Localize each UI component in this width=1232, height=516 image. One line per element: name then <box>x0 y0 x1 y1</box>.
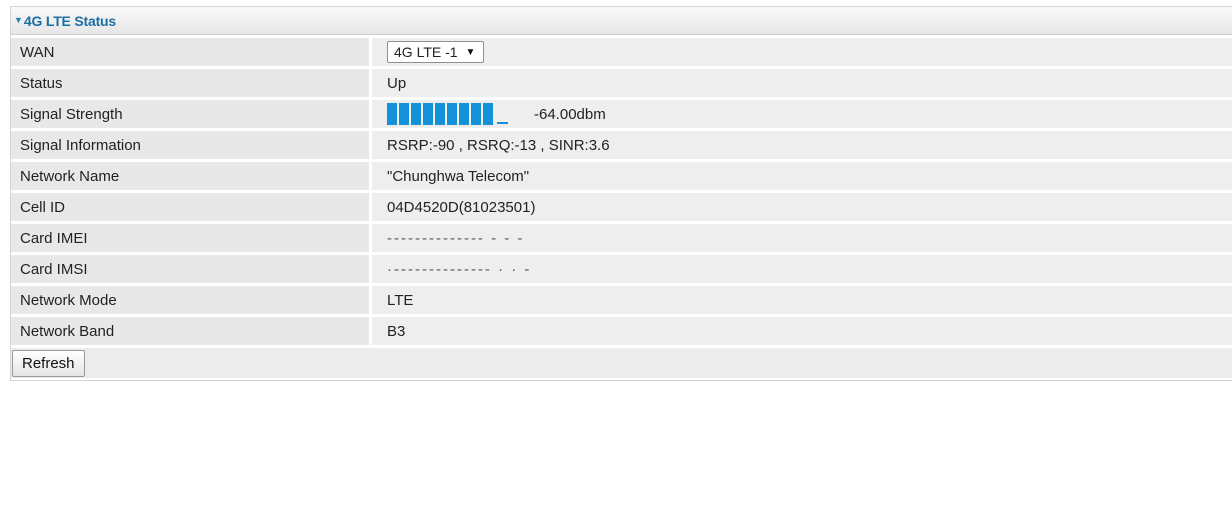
row-status: Status Up <box>11 69 1232 97</box>
row-value: -------------- - - - <box>372 224 1232 252</box>
row-value: LTE <box>372 286 1232 314</box>
row-label: Signal Information <box>11 131 369 159</box>
action-bar: Refresh <box>11 348 1232 378</box>
signal-bar-filled <box>411 103 421 125</box>
wan-select[interactable]: 4G LTE -1 ▼ <box>387 41 485 63</box>
row-card-imei: Card IMEI -------------- - - - <box>11 224 1232 252</box>
row-label: Network Mode <box>11 286 369 314</box>
row-value: -64.00dbm <box>372 100 1232 128</box>
row-card-imsi: Card IMSI ·-------------- · · - <box>11 255 1232 283</box>
signal-bar-filled <box>483 103 493 125</box>
row-value: 04D4520D(81023501) <box>372 193 1232 221</box>
panel-header[interactable]: ▼ 4G LTE Status <box>11 7 1232 35</box>
row-label: Network Band <box>11 317 369 345</box>
signal-bar-filled <box>447 103 457 125</box>
row-network-name: Network Name "Chunghwa Telecom" <box>11 162 1232 190</box>
row-signal-strength: Signal Strength -64.00dbm <box>11 100 1232 128</box>
signal-bar-filled <box>435 103 445 125</box>
row-value: ·-------------- · · - <box>372 255 1232 283</box>
row-label: Status <box>11 69 369 97</box>
panel-title: 4G LTE Status <box>23 12 116 29</box>
row-network-band: Network Band B3 <box>11 317 1232 345</box>
signal-strength-meter <box>387 103 508 125</box>
signal-bar-filled <box>459 103 469 125</box>
row-label: Card IMSI <box>11 255 369 283</box>
dropdown-arrow-icon: ▼ <box>465 46 476 58</box>
row-network-mode: Network Mode LTE <box>11 286 1232 314</box>
lte-status-panel: ▼ 4G LTE Status WAN 4G LTE -1 ▼ Status U… <box>10 6 1232 381</box>
row-label: Card IMEI <box>11 224 369 252</box>
row-wan: WAN 4G LTE -1 ▼ <box>11 38 1232 66</box>
refresh-button[interactable]: Refresh <box>12 349 85 377</box>
row-value: RSRP:-90 , RSRQ:-13 , SINR:3.6 <box>372 131 1232 159</box>
row-label: WAN <box>11 38 369 66</box>
row-label: Cell ID <box>11 193 369 221</box>
signal-bar-filled <box>399 103 409 125</box>
row-value: 4G LTE -1 ▼ <box>372 38 1232 66</box>
signal-bar-filled <box>471 103 481 125</box>
row-value: "Chunghwa Telecom" <box>372 162 1232 190</box>
row-label: Signal Strength <box>11 100 369 128</box>
signal-bar-filled <box>423 103 433 125</box>
signal-bar-empty <box>497 122 508 124</box>
row-cell-id: Cell ID 04D4520D(81023501) <box>11 193 1232 221</box>
wan-select-value: 4G LTE -1 <box>394 44 458 60</box>
signal-strength-value: -64.00dbm <box>534 105 606 123</box>
row-value: B3 <box>372 317 1232 345</box>
triangle-down-icon[interactable]: ▼ <box>14 15 23 25</box>
row-value: Up <box>372 69 1232 97</box>
signal-bar-filled <box>387 103 397 125</box>
row-label: Network Name <box>11 162 369 190</box>
row-signal-information: Signal Information RSRP:-90 , RSRQ:-13 ,… <box>11 131 1232 159</box>
